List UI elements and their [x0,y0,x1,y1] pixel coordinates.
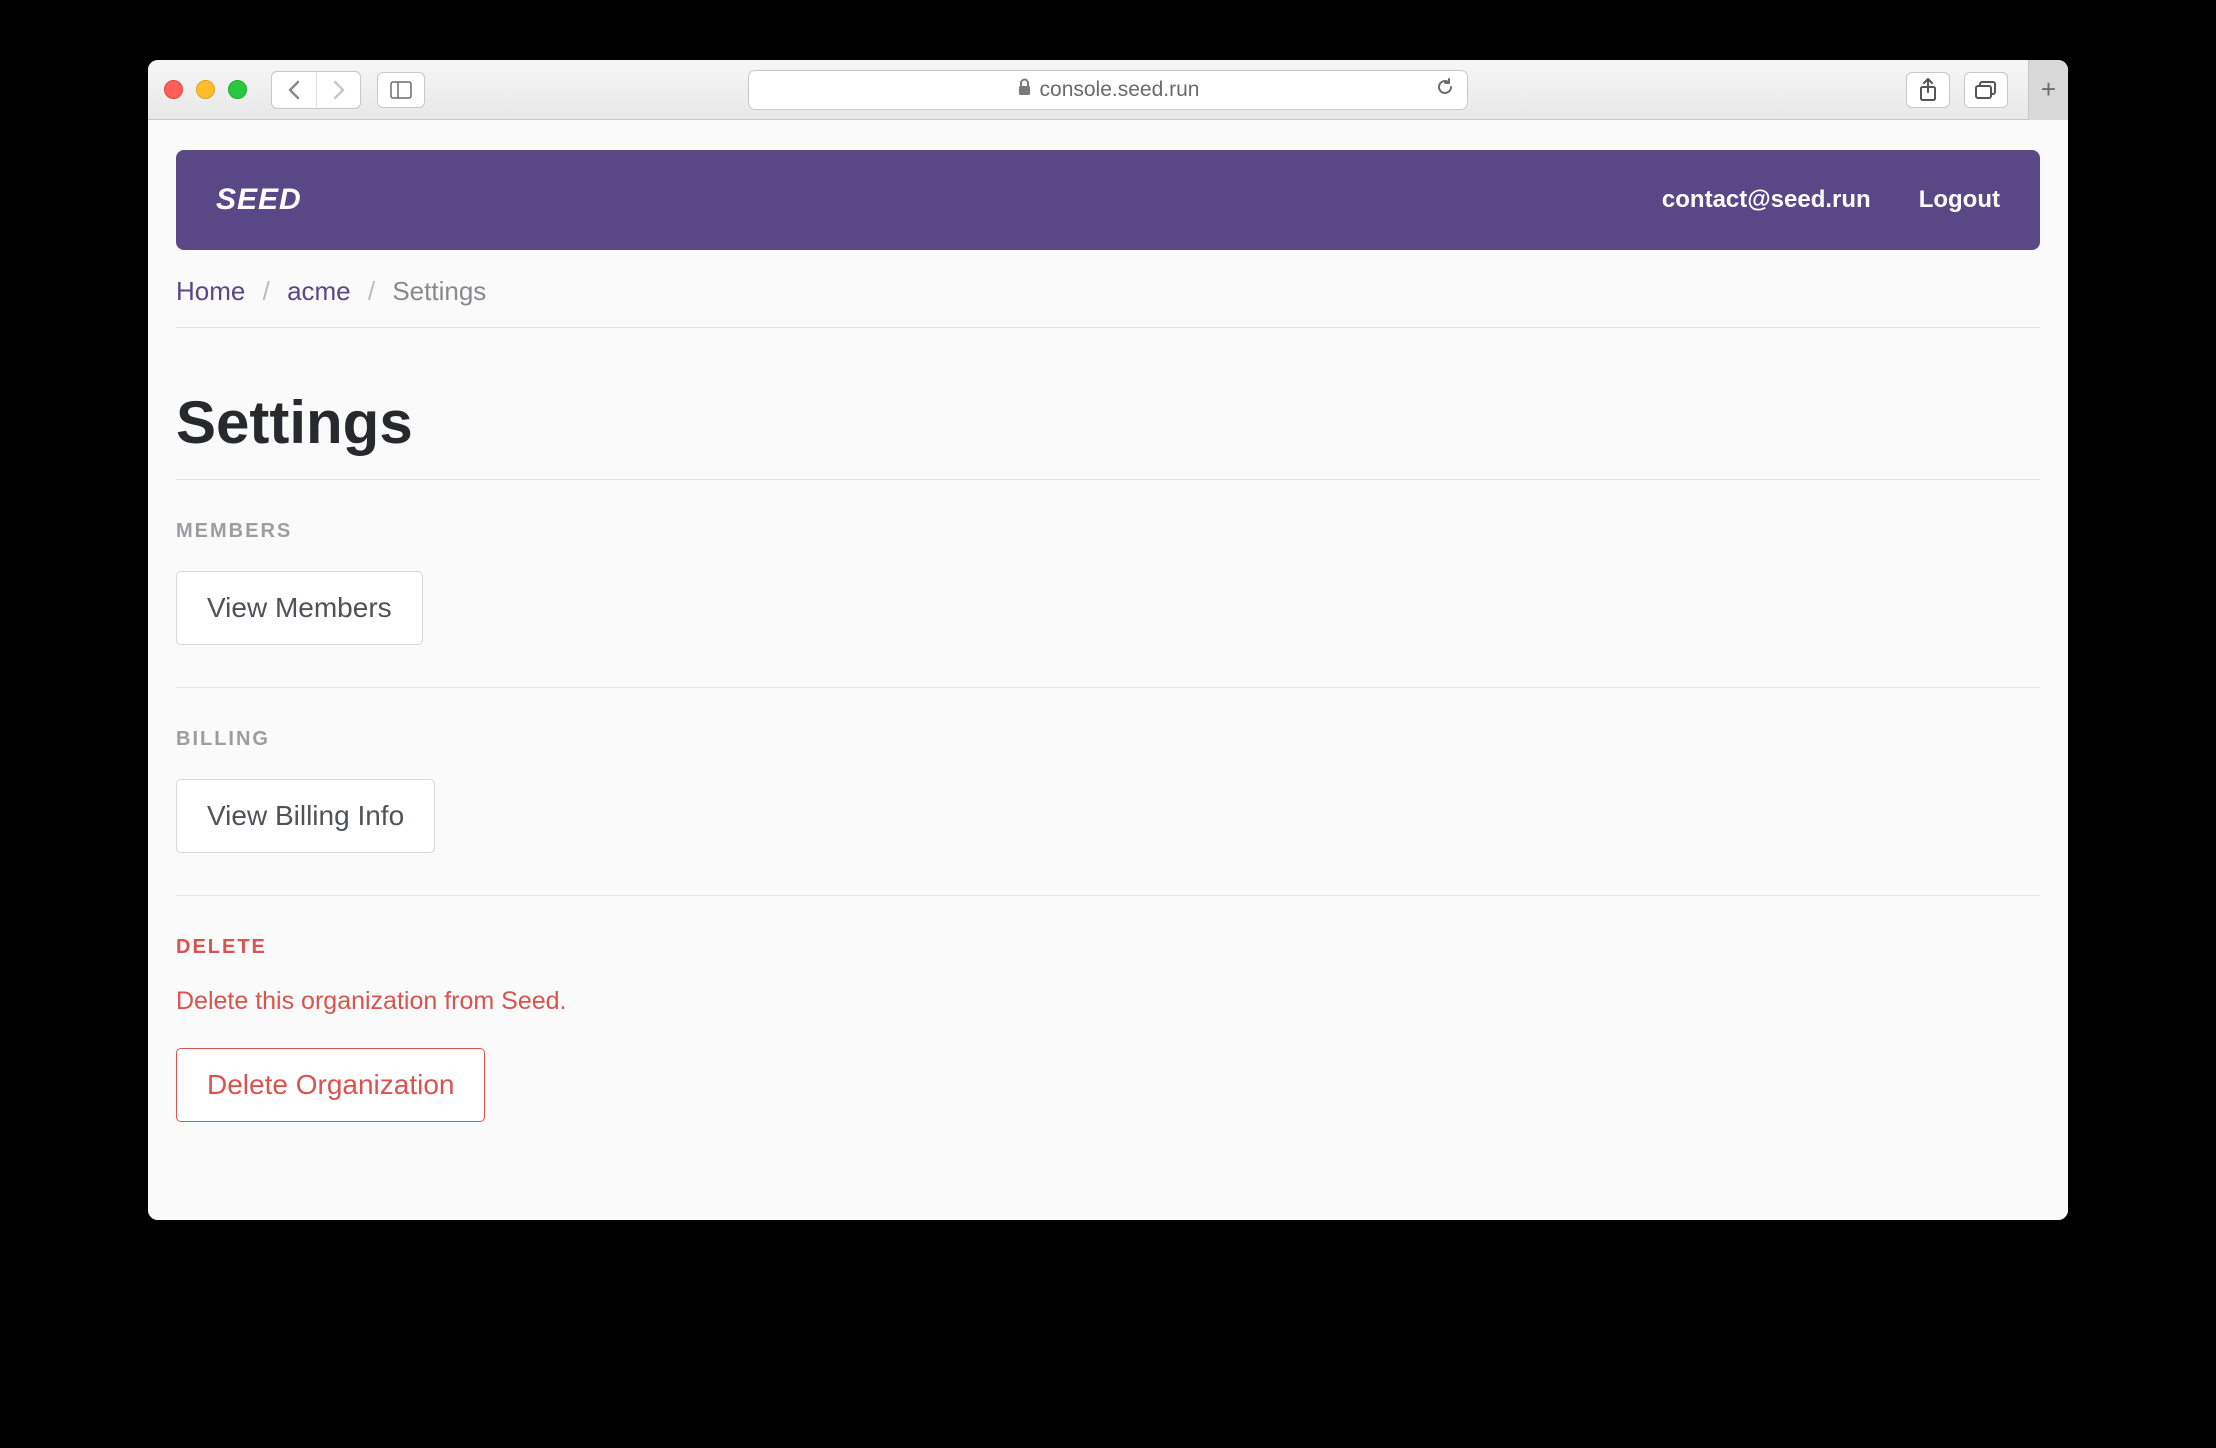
breadcrumb-separator: / [368,276,375,306]
breadcrumb-org[interactable]: acme [287,276,351,306]
app-header: SEED contact@seed.run Logout [176,150,2040,250]
breadcrumb-current: Settings [392,276,486,306]
billing-section: BILLING View Billing Info [176,688,2040,896]
logout-link[interactable]: Logout [1919,186,2000,214]
url-bar[interactable]: console.seed.run [748,70,1468,110]
billing-label: BILLING [176,728,2040,751]
reload-icon[interactable] [1435,77,1455,103]
page-title: Settings [176,388,2040,480]
delete-description: Delete this organization from Seed. [176,987,2040,1016]
page-content: SEED contact@seed.run Logout Home / acme… [148,120,2068,1220]
breadcrumb-separator: / [263,276,270,306]
logo[interactable]: SEED [216,183,302,217]
maximize-window-icon[interactable] [228,80,247,99]
right-toolbar: + [1906,60,2052,120]
breadcrumb: Home / acme / Settings [176,276,2040,328]
titlebar: console.seed.run + [148,60,2068,120]
forward-button[interactable] [316,72,360,108]
close-window-icon[interactable] [164,80,183,99]
back-button[interactable] [272,72,316,108]
user-email-link[interactable]: contact@seed.run [1662,186,1871,214]
delete-section: DELETE Delete this organization from See… [176,896,2040,1164]
nav-buttons [271,71,361,109]
breadcrumb-home[interactable]: Home [176,276,245,306]
minimize-window-icon[interactable] [196,80,215,99]
sidebar-toggle-button[interactable] [377,72,425,108]
view-billing-button[interactable]: View Billing Info [176,779,435,853]
new-tab-button[interactable]: + [2028,60,2068,120]
lock-icon [1017,78,1032,102]
delete-organization-button[interactable]: Delete Organization [176,1048,485,1122]
delete-label: DELETE [176,936,2040,959]
tabs-button[interactable] [1964,72,2008,108]
members-label: MEMBERS [176,520,2040,543]
traffic-lights [164,80,247,99]
url-text: console.seed.run [1040,78,1200,102]
browser-window: console.seed.run + SEED contact@seed.run… [148,60,2068,1220]
view-members-button[interactable]: View Members [176,571,423,645]
share-button[interactable] [1906,72,1950,108]
header-right: contact@seed.run Logout [1662,186,2000,214]
members-section: MEMBERS View Members [176,480,2040,688]
